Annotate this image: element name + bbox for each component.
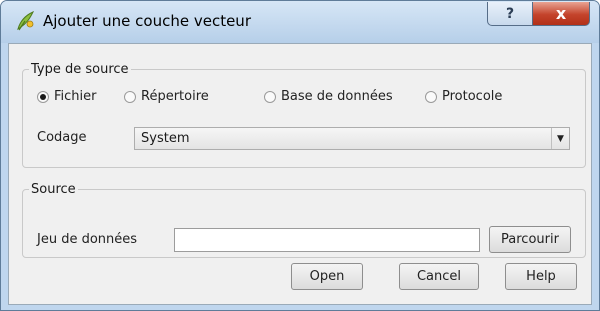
radio-repertoire-label: Répertoire <box>141 89 209 104</box>
source-legend: Source <box>31 182 76 197</box>
radio-unchecked-icon <box>124 90 136 103</box>
question-icon: ? <box>505 5 515 22</box>
title-bar[interactable]: Ajouter une couche vecteur ? x <box>1 1 599 43</box>
radio-repertoire[interactable]: Répertoire <box>124 89 209 104</box>
radio-fichier[interactable]: Fichier <box>37 89 97 104</box>
dialog-body: Type de source Fichier Répertoire Base d… <box>8 43 592 305</box>
radio-fichier-label: Fichier <box>54 89 97 104</box>
source-type-group: Type de source Fichier Répertoire Base d… <box>22 62 586 168</box>
encoding-select[interactable]: System ▼ <box>134 127 570 150</box>
radio-protocole-label: Protocole <box>442 89 503 104</box>
help-title-button[interactable]: ? <box>487 2 533 26</box>
dialog-window: Ajouter une couche vecteur ? x Type de s… <box>0 0 600 311</box>
radio-checked-icon <box>37 90 49 103</box>
close-icon: x <box>555 4 567 23</box>
radio-unchecked-icon <box>264 90 276 103</box>
dataset-label: Jeu de données <box>37 232 138 247</box>
qgis-logo-icon <box>17 10 35 31</box>
close-button[interactable]: x <box>532 2 590 26</box>
source-group: Source Jeu de données Parcourir <box>22 182 586 258</box>
radio-unchecked-icon <box>425 90 437 103</box>
dataset-input[interactable] <box>174 228 480 252</box>
encoding-label: Codage <box>37 130 87 145</box>
radio-base-de-donnees-label: Base de données <box>281 89 393 104</box>
open-button[interactable]: Open <box>291 263 363 290</box>
encoding-select-value: System <box>141 131 190 146</box>
help-button[interactable]: Help <box>505 263 577 290</box>
cancel-button[interactable]: Cancel <box>399 263 479 290</box>
chevron-down-icon[interactable]: ▼ <box>551 128 569 149</box>
radio-base-de-donnees[interactable]: Base de données <box>264 89 393 104</box>
browse-button[interactable]: Parcourir <box>489 226 571 253</box>
source-type-legend: Type de source <box>31 62 129 77</box>
window-title: Ajouter une couche vecteur <box>43 12 251 30</box>
radio-protocole[interactable]: Protocole <box>425 89 502 104</box>
